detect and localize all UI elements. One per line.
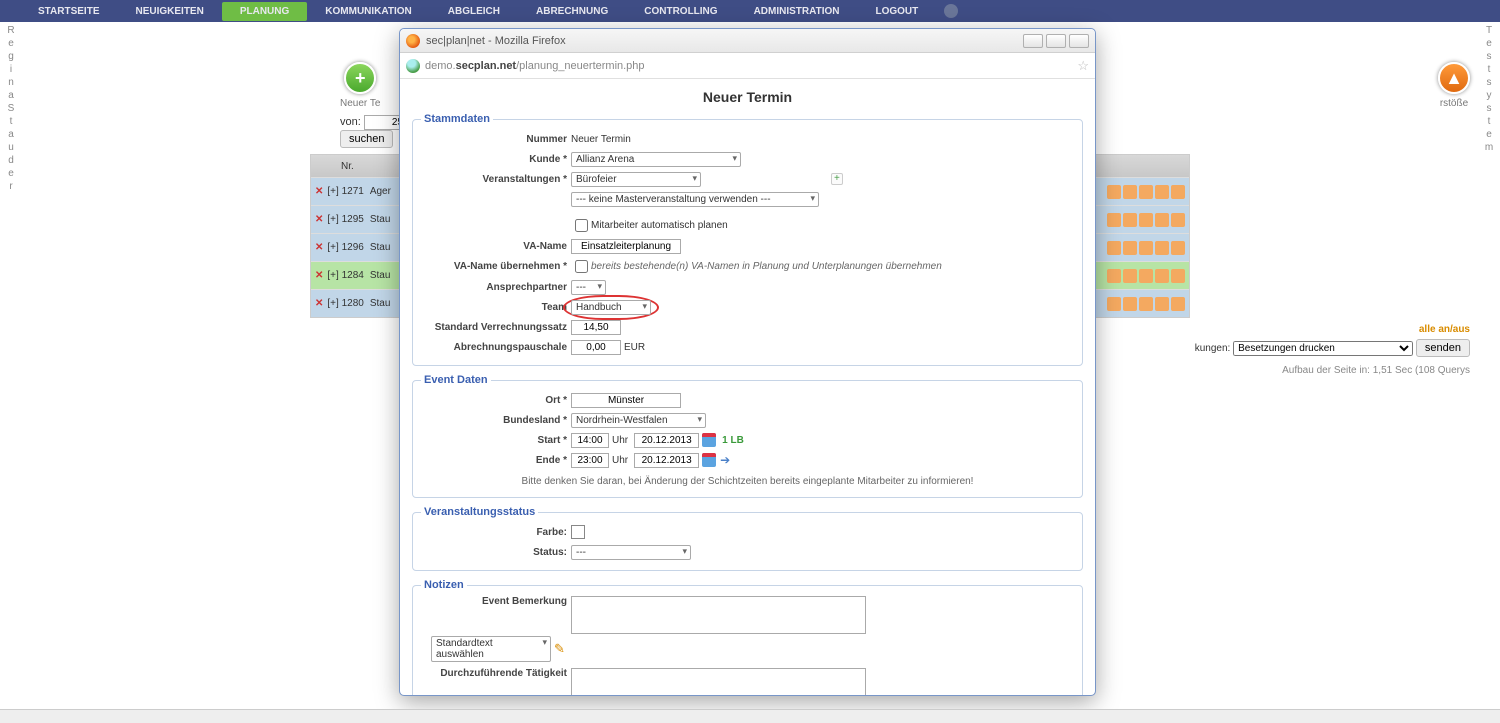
event-bemerkung-label: Event Bemerkung bbox=[421, 596, 571, 607]
legend-stammdaten: Stammdaten bbox=[421, 113, 493, 125]
bundesland-label: Bundesland * bbox=[421, 415, 571, 426]
modal-content[interactable]: Neuer Termin Stammdaten Nummer Neuer Ter… bbox=[400, 79, 1095, 695]
team-label: Team bbox=[421, 302, 571, 313]
modal-titlebar: sec|plan|net - Mozilla Firefox bbox=[400, 29, 1095, 53]
start-date-input[interactable] bbox=[634, 433, 699, 448]
taetigkeit-textarea[interactable] bbox=[571, 668, 866, 695]
ansprechpartner-select[interactable]: --- bbox=[571, 280, 606, 295]
auto-plan-checkbox[interactable] bbox=[575, 219, 588, 232]
col-nr: Nr. bbox=[341, 161, 354, 172]
lb-badge: 1 LB bbox=[722, 435, 744, 446]
fieldset-notizen: Notizen Event Bemerkung Standardtext aus… bbox=[412, 579, 1083, 695]
start-datepicker-icon[interactable] bbox=[702, 433, 716, 447]
modal-heading: Neuer Termin bbox=[412, 89, 1083, 105]
maximize-button[interactable] bbox=[1046, 34, 1066, 48]
ansprechpartner-label: Ansprechpartner bbox=[421, 282, 571, 293]
nav-administration[interactable]: ADMINISTRATION bbox=[736, 2, 858, 21]
nav-abgleich[interactable]: ABGLEICH bbox=[430, 2, 518, 21]
action-select[interactable]: Besetzungen drucken bbox=[1233, 341, 1413, 356]
globe-icon[interactable] bbox=[944, 4, 958, 18]
nummer-label: Nummer bbox=[421, 134, 571, 145]
pauschale-input[interactable] bbox=[571, 340, 621, 355]
shift-hint: Bitte denken Sie daran, bei Änderung der… bbox=[421, 470, 1074, 489]
bookmark-star-icon[interactable]: ☆ bbox=[1077, 58, 1089, 74]
kunde-select[interactable]: Allianz Arena bbox=[571, 152, 741, 167]
ort-label: Ort * bbox=[421, 395, 571, 406]
event-bemerkung-textarea[interactable] bbox=[571, 596, 866, 634]
search-button[interactable]: suchen bbox=[340, 130, 393, 148]
start-time-input[interactable] bbox=[571, 433, 609, 448]
fieldset-stammdaten: Stammdaten Nummer Neuer Termin Kunde * A… bbox=[412, 113, 1083, 366]
address-bar: demo.secplan.net/planung_neuertermin.php… bbox=[400, 53, 1095, 79]
nav-abrechnung[interactable]: ABRECHNUNG bbox=[518, 2, 626, 21]
window-title: sec|plan|net - Mozilla Firefox bbox=[426, 35, 566, 47]
bottom-scrollbar[interactable] bbox=[0, 709, 1500, 723]
veranstaltungen-label: Veranstaltungen * bbox=[421, 174, 571, 185]
warning-icon: ▲ bbox=[1438, 62, 1470, 94]
verrechnung-label: Standard Verrechnungssatz bbox=[421, 322, 571, 333]
nummer-value: Neuer Termin bbox=[571, 134, 631, 145]
verrechnung-input[interactable] bbox=[571, 320, 621, 335]
send-button[interactable]: senden bbox=[1416, 339, 1470, 357]
vaname-label: VA-Name bbox=[421, 241, 571, 252]
farbe-label: Farbe: bbox=[421, 527, 571, 538]
ort-input[interactable] bbox=[571, 393, 681, 408]
left-user-label: Regina Stauder bbox=[4, 24, 18, 193]
top-navbar: STARTSEITE NEUIGKEITEN PLANUNG KOMMUNIKA… bbox=[0, 0, 1500, 22]
delete-icon[interactable]: ✕ bbox=[315, 270, 323, 281]
taetigkeit-label: Durchzuführende Tätigkeit bbox=[421, 668, 571, 679]
edit-icon[interactable]: ✎ bbox=[554, 641, 565, 657]
close-button[interactable] bbox=[1069, 34, 1089, 48]
master-va-select[interactable]: --- keine Masterveranstaltung verwenden … bbox=[571, 192, 819, 207]
status-select[interactable]: --- bbox=[571, 545, 691, 560]
actions-label: kungen: bbox=[1195, 343, 1231, 354]
delete-icon[interactable]: ✕ bbox=[315, 214, 323, 225]
legend-event: Event Daten bbox=[421, 374, 491, 386]
delete-icon[interactable]: ✕ bbox=[315, 242, 323, 253]
kunde-label: Kunde * bbox=[421, 154, 571, 165]
delete-icon[interactable]: ✕ bbox=[315, 298, 323, 309]
site-icon bbox=[406, 59, 420, 73]
ende-datepicker-icon[interactable] bbox=[702, 453, 716, 467]
ende-date-input[interactable] bbox=[634, 453, 699, 468]
url-text[interactable]: demo.secplan.net/planung_neuertermin.php bbox=[425, 60, 645, 72]
color-picker[interactable] bbox=[571, 525, 585, 539]
sync-arrow-icon[interactable]: ➔ bbox=[720, 453, 730, 467]
stdtext-select-1[interactable]: Standardtext auswählen bbox=[431, 636, 551, 662]
legend-status: Veranstaltungsstatus bbox=[421, 506, 538, 518]
right-system-label: Testsystem bbox=[1482, 24, 1496, 154]
veranstaltungen-select[interactable]: Bürofeier bbox=[571, 172, 701, 187]
start-label: Start * bbox=[421, 435, 571, 446]
minimize-button[interactable] bbox=[1023, 34, 1043, 48]
nav-kommunikation[interactable]: KOMMUNIKATION bbox=[307, 2, 429, 21]
pauschale-unit: EUR bbox=[624, 342, 645, 353]
nav-planung[interactable]: PLANUNG bbox=[222, 2, 307, 21]
delete-icon[interactable]: ✕ bbox=[315, 186, 323, 197]
status-label: Status: bbox=[421, 547, 571, 558]
ende-label: Ende * bbox=[421, 455, 571, 466]
auto-plan-label: Mitarbeiter automatisch planen bbox=[591, 220, 728, 231]
ende-time-input[interactable] bbox=[571, 453, 609, 468]
violations-button[interactable]: ▲ rstöße bbox=[1438, 62, 1470, 109]
von-label: von: bbox=[340, 116, 361, 128]
vaname-input[interactable] bbox=[571, 239, 681, 254]
nav-neuigkeiten[interactable]: NEUIGKEITEN bbox=[117, 2, 221, 21]
vaname-over-checkbox[interactable] bbox=[575, 260, 588, 273]
legend-notizen: Notizen bbox=[421, 579, 467, 591]
fieldset-event-daten: Event Daten Ort * Bundesland * Nordrhein… bbox=[412, 374, 1083, 498]
pauschale-label: Abrechnungspauschale bbox=[421, 342, 571, 353]
vaname-over-label: VA-Name übernehmen * bbox=[421, 261, 571, 272]
plus-icon: + bbox=[344, 62, 376, 94]
fieldset-status: Veranstaltungsstatus Farbe: Status: --- bbox=[412, 506, 1083, 571]
nav-logout[interactable]: LOGOUT bbox=[857, 2, 936, 21]
new-event-modal: sec|plan|net - Mozilla Firefox demo.secp… bbox=[399, 28, 1096, 696]
vaname-over-note: bereits bestehende(n) VA-Namen in Planun… bbox=[591, 261, 942, 272]
firefox-icon bbox=[406, 34, 420, 48]
nav-startseite[interactable]: STARTSEITE bbox=[20, 2, 117, 21]
team-select[interactable]: Handbuch bbox=[571, 300, 651, 315]
bundesland-select[interactable]: Nordrhein-Westfalen bbox=[571, 413, 706, 428]
add-va-icon[interactable] bbox=[831, 173, 843, 185]
new-event-button[interactable]: + Neuer Te bbox=[340, 62, 380, 109]
nav-controlling[interactable]: CONTROLLING bbox=[626, 2, 735, 21]
